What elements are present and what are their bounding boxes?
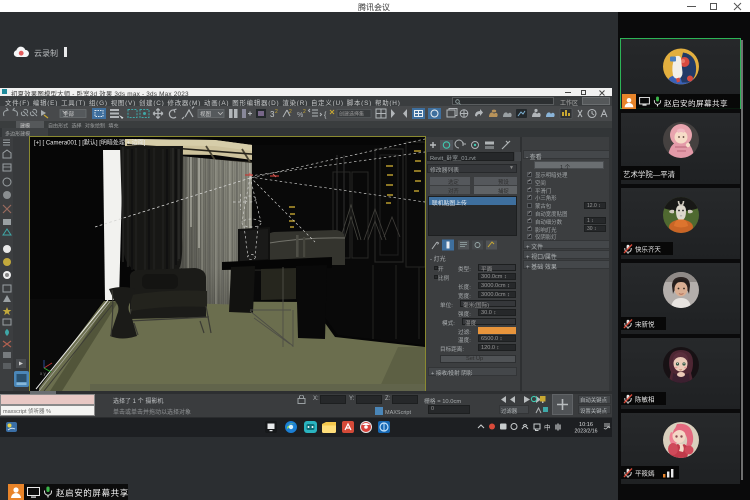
svg-text:{: {: [324, 112, 327, 119]
svg-text:2: 2: [289, 109, 292, 115]
svg-text:中: 中: [544, 423, 551, 432]
svg-text:MAXScript: MAXScript: [385, 410, 411, 416]
svg-text:2: 2: [303, 109, 306, 115]
svg-text:10:16: 10:16: [579, 422, 593, 428]
svg-text:2023/2/16: 2023/2/16: [574, 429, 597, 435]
svg-text:2: 2: [275, 109, 278, 115]
svg-text:视图: 视图: [200, 110, 212, 118]
svg-text:全部: 全部: [63, 110, 75, 118]
svg-text:x y: x y: [40, 371, 47, 376]
svg-text:创建选择集: 创建选择集: [339, 111, 364, 118]
svg-text:[+] [ Camera001 ] [默认] [明暗处理 +: [+] [ Camera001 ] [默认] [明暗处理 + 边面]: [34, 139, 146, 147]
